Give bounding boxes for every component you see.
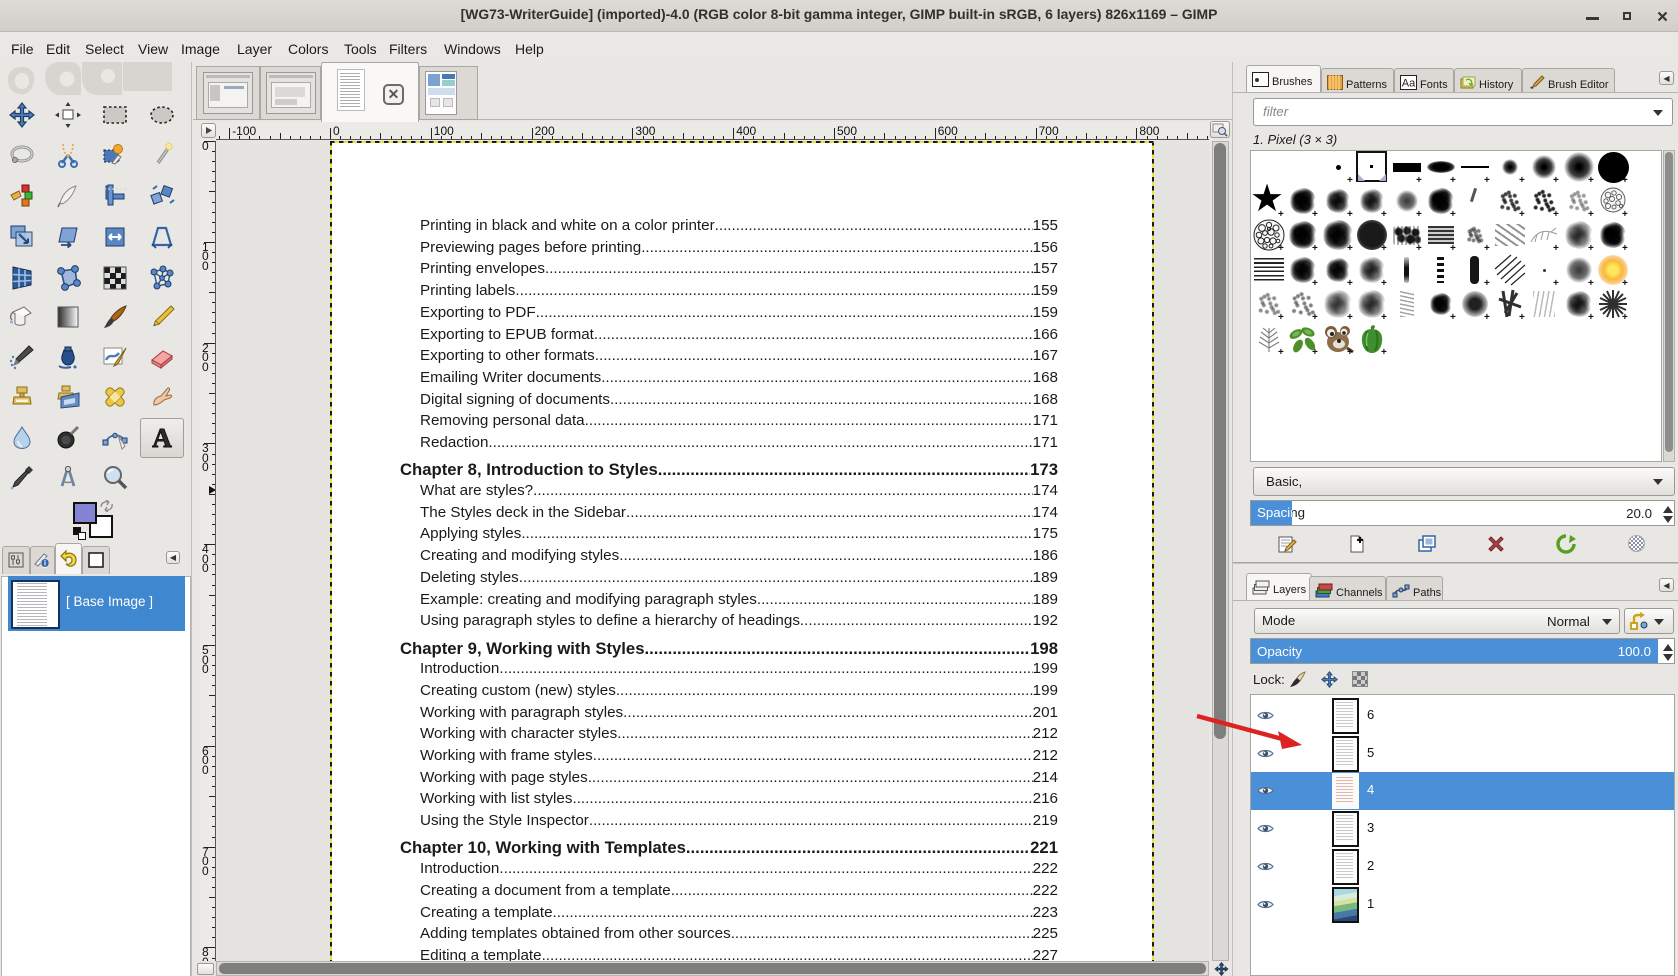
svg-text:A: A <box>152 425 172 451</box>
svg-text:ⓘ: ⓘ <box>40 558 49 569</box>
svg-text:Aa: Aa <box>1402 78 1416 90</box>
